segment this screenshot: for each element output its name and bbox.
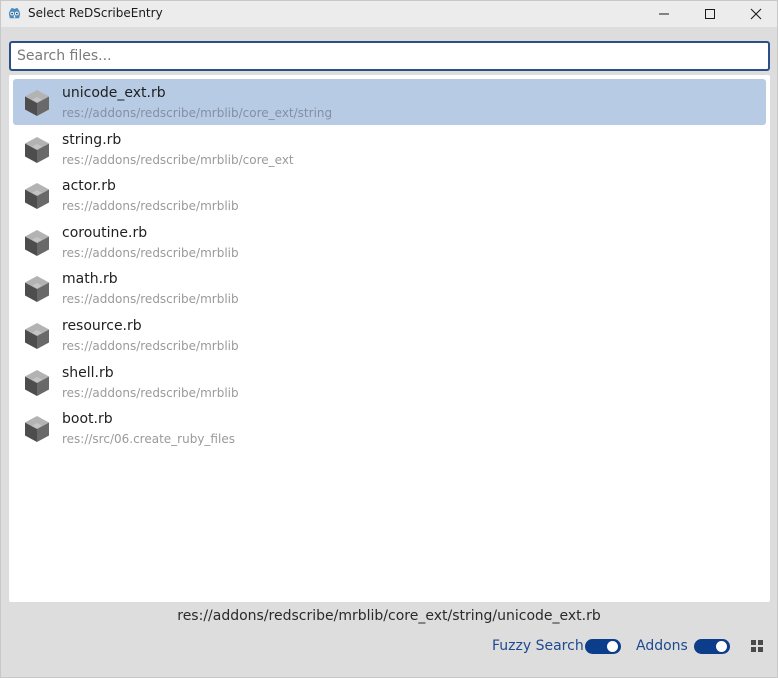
selected-file-path: res://addons/redscribe/mrblib/core_ext/s… [177, 608, 601, 624]
maximize-button[interactable] [687, 1, 733, 27]
minimize-icon [659, 13, 669, 15]
file-name: coroutine.rb [62, 224, 148, 241]
file-path: res://addons/redscribe/mrblib [62, 385, 239, 400]
file-path: res://addons/redscribe/mrblib/core_ext [62, 152, 294, 167]
addons-label[interactable]: Addons [636, 638, 688, 654]
toggle-knob [716, 641, 727, 652]
maximize-icon [705, 9, 715, 19]
close-icon [750, 8, 762, 20]
file-name: math.rb [62, 271, 118, 288]
ruby-file-icon [25, 183, 49, 210]
ruby-file-icon [25, 136, 49, 163]
file-list-item[interactable]: math.rb res://addons/redscribe/mrblib [13, 265, 766, 311]
file-path: res://addons/redscribe/mrblib [62, 292, 239, 307]
file-name: boot.rb [62, 411, 113, 428]
file-list-item[interactable]: string.rb res://addons/redscribe/mrblib/c… [13, 126, 766, 172]
file-list-item[interactable]: boot.rb res://src/06.create_ruby_files [13, 405, 766, 451]
title-bar[interactable]: Select ReDScribeEntry [1, 1, 777, 27]
file-list-item[interactable]: coroutine.rb res://addons/redscribe/mrbli… [13, 219, 766, 265]
godot-icon [8, 7, 21, 19]
file-name: unicode_ext.rb [62, 85, 166, 101]
file-name: string.rb [62, 131, 122, 148]
file-list[interactable]: unicode_ext.rb res://addons/redscribe/mrb… [9, 75, 770, 602]
toggle-knob [607, 641, 618, 652]
fuzzy-search-toggle[interactable] [585, 639, 621, 654]
search-input[interactable] [9, 41, 770, 71]
file-path: res://addons/redscribe/mrblib [62, 199, 239, 214]
fuzzy-search-label[interactable]: Fuzzy Search [492, 638, 584, 654]
file-list-item[interactable]: shell.rb res://addons/redscribe/mrblib [13, 359, 766, 405]
file-list-item[interactable]: actor.rb res://addons/redscribe/mrblib [13, 172, 766, 218]
file-list-item[interactable]: unicode_ext.rb res://addons/redscribe/mrb… [13, 79, 766, 125]
file-name: resource.rb [62, 318, 142, 334]
ruby-file-icon [25, 323, 49, 349]
minimize-button[interactable] [641, 1, 687, 27]
addons-toggle[interactable] [694, 639, 730, 654]
file-path: res://addons/redscribe/mrblib [62, 245, 239, 260]
grid-view-icon[interactable] [750, 639, 764, 653]
file-path: res://addons/redscribe/mrblib [62, 339, 239, 353]
ruby-file-icon [25, 276, 49, 303]
close-button[interactable] [733, 1, 778, 27]
ruby-file-icon [25, 229, 49, 256]
ruby-file-icon [25, 369, 49, 396]
file-list-item[interactable]: resource.rb res://addons/redscribe/mrblib [13, 312, 766, 358]
ruby-file-icon [25, 90, 49, 116]
file-name: shell.rb [62, 364, 114, 381]
window-title: Select ReDScribeEntry [28, 6, 163, 20]
file-picker-window: Select ReDScribeEntry unicode_ext.rb res:… [0, 0, 778, 678]
file-path: res://src/06.create_ruby_files [62, 432, 235, 447]
file-name: actor.rb [62, 178, 116, 195]
file-path: res://addons/redscribe/mrblib/core_ext/s… [62, 106, 333, 120]
ruby-file-icon [25, 416, 49, 443]
